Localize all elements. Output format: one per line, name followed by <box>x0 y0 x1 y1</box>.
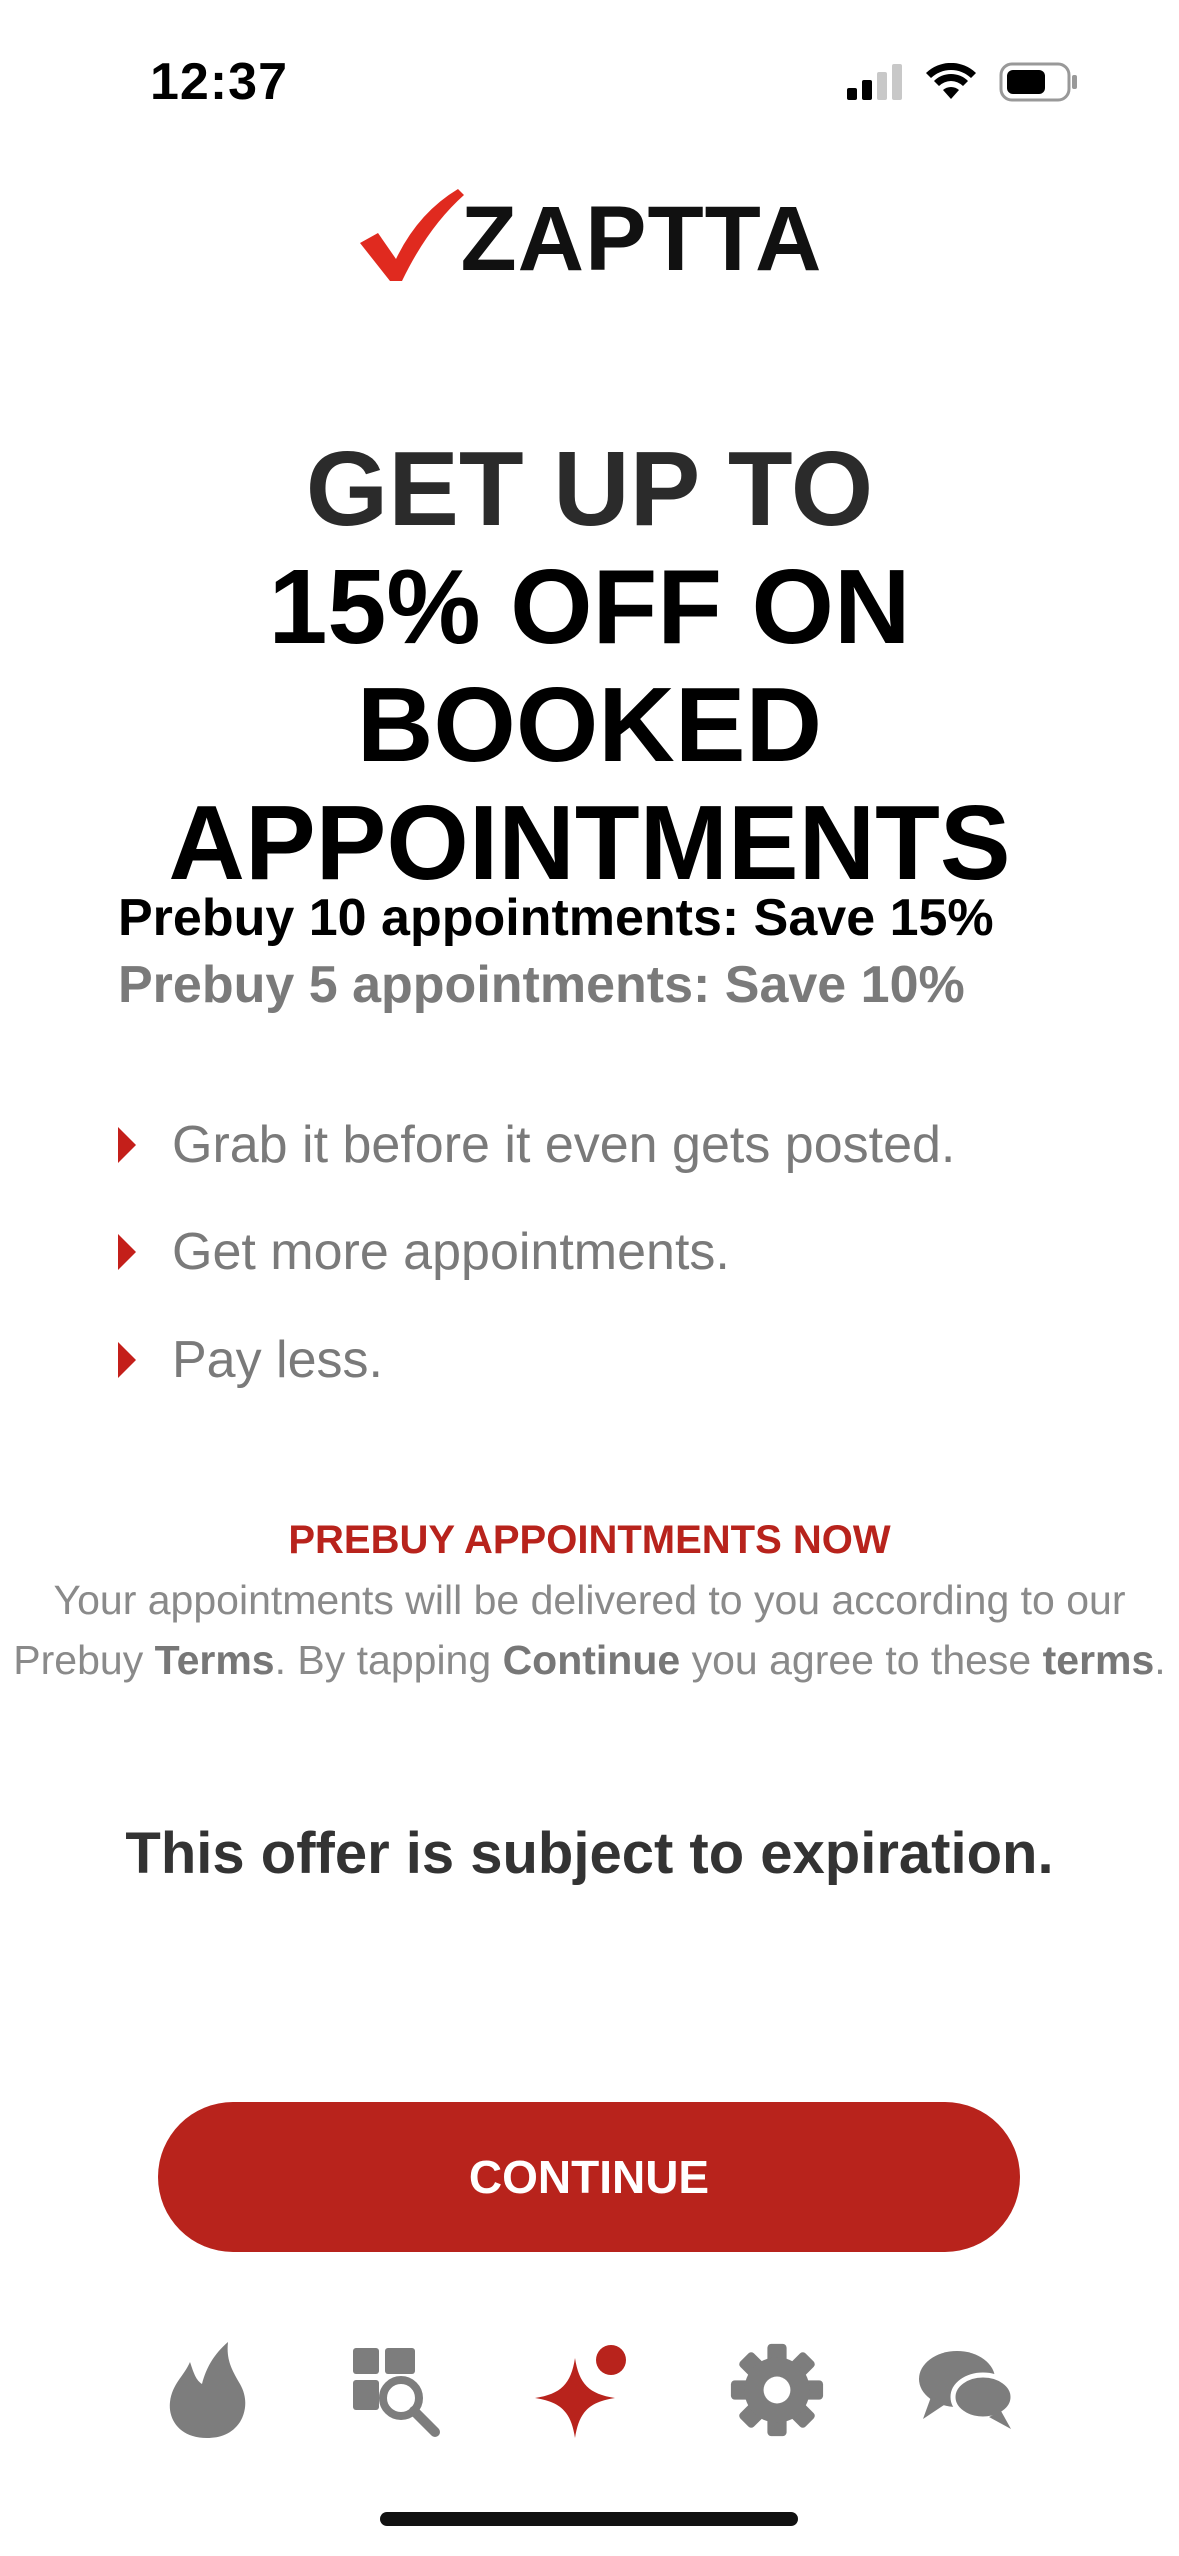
brand-name: ZAPTTA <box>460 188 823 290</box>
continue-word: Continue <box>502 1637 681 1683</box>
bullet-triangle-icon <box>118 1234 136 1270</box>
status-time: 12:37 <box>150 53 288 111</box>
status-icons <box>847 62 1079 102</box>
tab-search[interactable] <box>338 2335 448 2445</box>
expiration-note: This offer is subject to expiration. <box>125 1821 1054 1886</box>
benefit-text: Pay less. <box>172 1331 383 1389</box>
continue-button[interactable]: CONTINUE <box>158 2102 1020 2252</box>
tier-5-appointments: Prebuy 5 appointments: Save 10% <box>118 956 965 1014</box>
headline-line-1: GET UP TO <box>305 430 874 548</box>
bullet-triangle-icon <box>118 1127 136 1163</box>
prebuy-title: PREBUY APPOINTMENTS NOW <box>288 1518 891 1562</box>
battery-icon <box>999 62 1077 102</box>
terms-link-2[interactable]: terms <box>1043 1637 1155 1683</box>
brand-logo: ZAPTTA <box>0 185 1179 285</box>
tab-settings[interactable] <box>722 2335 832 2445</box>
prebuy-terms-text: Your appointments will be delivered to y… <box>13 1577 1166 1683</box>
benefit-item: Grab it before it even gets posted. <box>118 1115 955 1175</box>
tab-offers[interactable] <box>530 2335 640 2445</box>
search-grid-icon <box>353 2348 440 2437</box>
benefit-item: Get more appointments. <box>118 1222 730 1282</box>
tab-messages[interactable] <box>912 2335 1022 2445</box>
tab-bar <box>0 2335 1179 2445</box>
headline: GET UP TO 15% OFF ON BOOKED APPOINTMENTS <box>40 430 1139 902</box>
bullet-triangle-icon <box>118 1342 136 1378</box>
headline-line-3: APPOINTMENTS <box>168 784 1011 902</box>
benefit-item: Pay less. <box>118 1330 383 1390</box>
flame-icon <box>169 2342 246 2438</box>
gear-icon <box>730 2343 824 2437</box>
tab-discover[interactable] <box>152 2335 262 2445</box>
sparkle-icon <box>535 2345 626 2438</box>
tier-10-appointments: Prebuy 10 appointments: Save 15% <box>118 889 994 947</box>
home-indicator <box>380 2512 798 2526</box>
headline-line-2: 15% OFF ON BOOKED <box>268 548 911 784</box>
checkmark-icon <box>360 189 465 281</box>
cellular-signal-icon <box>847 64 902 100</box>
chat-bubbles-icon <box>919 2351 1016 2429</box>
wifi-icon <box>926 63 976 99</box>
terms-link[interactable]: Terms <box>155 1637 275 1683</box>
benefit-text: Get more appointments. <box>172 1223 730 1281</box>
benefit-text: Grab it before it even gets posted. <box>172 1116 956 1174</box>
